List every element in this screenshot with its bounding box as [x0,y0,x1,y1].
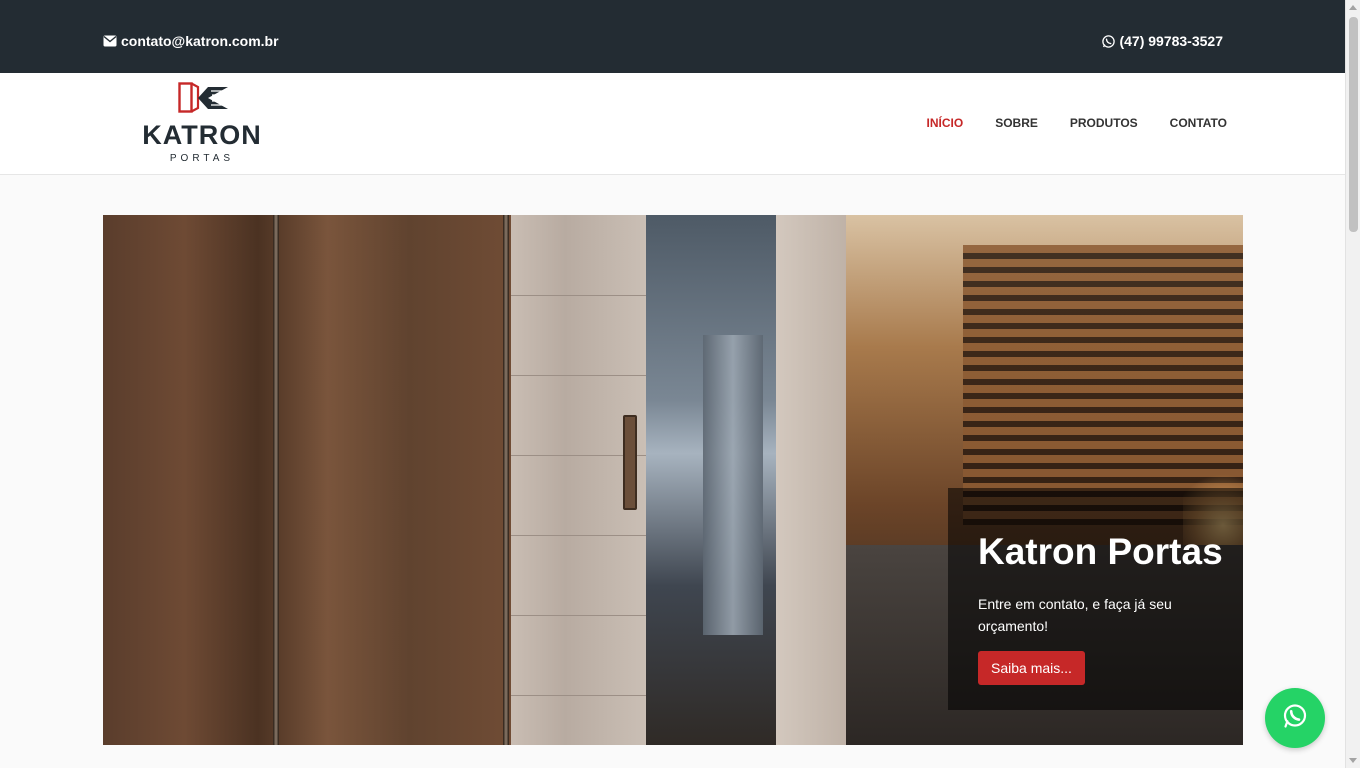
nav-item-contato[interactable]: CONTATO [1170,116,1227,130]
hero-caption: Katron Portas Entre em contato, e faça j… [948,488,1243,710]
top-contact-bar: contato@katron.com.br (47) 99783-3527 [0,0,1345,73]
phone-link[interactable]: (47) 99783-3527 [1102,33,1223,49]
nav-item-inicio[interactable]: INÍCIO [927,116,964,130]
site-header: KATRON PORTAS INÍCIO SOBRE PRODUTOS CONT… [0,73,1345,175]
vertical-scrollbar[interactable] [1345,0,1360,768]
email-text: contato@katron.com.br [121,33,279,49]
hero-slider: Katron Portas Entre em contato, e faça j… [103,215,1243,745]
whatsapp-float-button[interactable] [1265,688,1325,748]
phone-text: (47) 99783-3527 [1119,33,1223,49]
whatsapp-icon [1102,34,1116,48]
logo-brand-text: KATRON [142,120,262,150]
scrollbar-thumb[interactable] [1349,17,1358,232]
logo[interactable]: KATRON PORTAS [138,82,268,166]
logo-sub-text: PORTAS [169,153,235,164]
katron-logo-mark-icon [178,82,230,119]
email-link[interactable]: contato@katron.com.br [103,33,279,49]
page: contato@katron.com.br (47) 99783-3527 KA… [0,0,1345,768]
scroll-down-arrow-icon[interactable] [1349,758,1357,763]
scroll-up-arrow-icon[interactable] [1349,5,1357,10]
nav-item-produtos[interactable]: PRODUTOS [1070,116,1138,130]
nav-item-sobre[interactable]: SOBRE [995,116,1038,130]
envelope-icon [103,35,117,47]
hero-title: Katron Portas [978,531,1223,572]
whatsapp-icon [1282,703,1308,734]
hero-text: Entre em contato, e faça já seu orçament… [978,596,1172,634]
main-nav: INÍCIO SOBRE PRODUTOS CONTATO [927,116,1227,130]
saiba-mais-button[interactable]: Saiba mais... [978,651,1085,685]
